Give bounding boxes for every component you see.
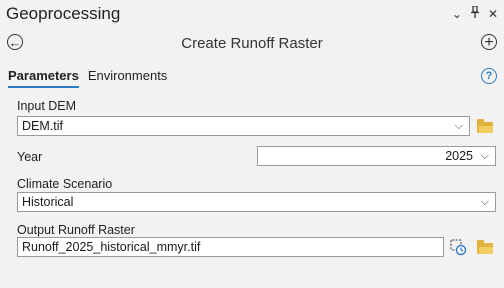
close-icon[interactable]: ✕ <box>488 7 498 21</box>
pane-title: Geoprocessing <box>6 4 121 23</box>
folder-icon[interactable] <box>477 119 493 133</box>
folder-icon[interactable] <box>477 240 493 254</box>
add-button[interactable]: + <box>481 34 497 50</box>
output-field[interactable]: Runoff_2025_historical_mmyr.tif <box>17 237 444 257</box>
chevron-down-icon: ⌵ <box>454 120 463 132</box>
output-label: Output Runoff Raster <box>17 223 135 237</box>
tab-bar: Parameters Environments <box>8 68 167 88</box>
chevron-down-icon: ⌵ <box>480 150 489 162</box>
pin-icon[interactable] <box>470 5 480 21</box>
tab-environments[interactable]: Environments <box>88 68 167 88</box>
window-controls: ⌄ ✕ <box>452 5 498 21</box>
climate-select[interactable]: Historical ⌵ <box>17 192 496 212</box>
input-dem-value: DEM.tif <box>22 119 63 133</box>
tool-title: Create Runoff Raster <box>181 35 323 52</box>
output-value: Runoff_2025_historical_mmyr.tif <box>22 240 201 254</box>
output-options-icon[interactable] <box>450 238 468 256</box>
year-label: Year <box>17 150 43 164</box>
climate-value: Historical <box>22 195 74 209</box>
input-dem-label: Input DEM <box>17 99 77 113</box>
climate-label: Climate Scenario <box>17 177 113 191</box>
tab-parameters[interactable]: Parameters <box>8 68 79 88</box>
tool-header: ← Create Runoff Raster + <box>0 32 504 58</box>
pane-menu-icon[interactable]: ⌄ <box>452 7 462 21</box>
chevron-down-icon: ⌵ <box>480 196 489 208</box>
input-dem-select[interactable]: DEM.tif ⌵ <box>17 116 470 136</box>
year-select[interactable]: 2025 ⌵ <box>257 146 496 166</box>
year-value: 2025 <box>445 149 473 163</box>
help-icon[interactable]: ? <box>481 68 497 84</box>
